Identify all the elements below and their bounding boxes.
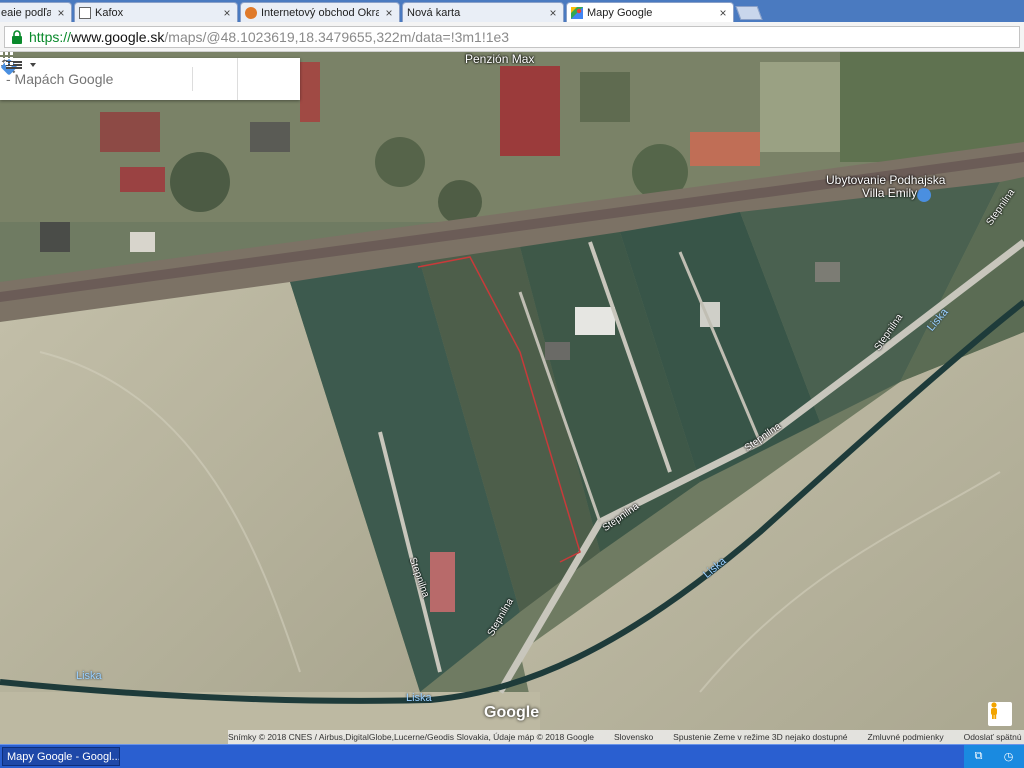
search-button[interactable] xyxy=(1,59,192,96)
close-icon[interactable]: × xyxy=(717,6,729,20)
river-label: Liska xyxy=(406,692,432,704)
poi-label-ubytovanie[interactable]: Ubytovanie Podhajska xyxy=(826,173,945,187)
poi-label-penzion[interactable]: Penzión Max xyxy=(465,52,534,66)
imagery-credit: Snímky © 2018 CNES / Airbus,DigitalGlobe… xyxy=(228,732,594,742)
map-canvas[interactable]: Penzión Max Ubytovanie Podhajska Villa E… xyxy=(0,52,1024,744)
tab-3[interactable]: Internetový obchod Okrasn × xyxy=(240,2,400,22)
map-attribution-bar: Snímky © 2018 CNES / Airbus,DigitalGlobe… xyxy=(228,730,1024,744)
layers-menu-button[interactable] xyxy=(6,58,299,100)
feedback-link[interactable]: Odoslať spätnú väzbu xyxy=(964,732,1024,742)
tab-strip: eaie podľa × Kafox × Internetový obchod … xyxy=(0,0,1024,23)
url-path: /maps/@48.1023619,18.3479655,322m/data=!… xyxy=(164,29,510,45)
network-icon[interactable]: ⧉ xyxy=(975,750,983,763)
pegman-icon xyxy=(991,702,997,719)
lock-icon xyxy=(12,30,22,44)
url-host: www.google.sk xyxy=(71,29,165,45)
tab-title: Nová karta xyxy=(407,6,461,19)
country-link[interactable]: Slovensko xyxy=(614,732,653,742)
directions-button[interactable] xyxy=(1,59,237,96)
system-tray: ⧉ ◷ xyxy=(964,745,1024,768)
browser-toolbar: https:// www.google.sk /maps/@48.1023619… xyxy=(0,22,1024,52)
taskbar-item-label: Mapy Google - Googl... xyxy=(7,750,120,763)
tab-title: Internetový obchod Okrasn xyxy=(261,6,379,19)
terms-link[interactable]: Zmluvné podmienky xyxy=(868,732,944,742)
3d-notice[interactable]: Spustenie Zeme v režime 3D nejako dostup… xyxy=(673,732,847,742)
tab-title: Kafox xyxy=(95,6,124,19)
river-label: Liska xyxy=(76,670,102,682)
close-icon[interactable]: × xyxy=(221,6,233,20)
close-icon[interactable]: × xyxy=(547,6,559,20)
clock-icon[interactable]: ◷ xyxy=(1004,750,1014,763)
address-bar[interactable]: https:// www.google.sk /maps/@48.1023619… xyxy=(4,26,1020,48)
close-icon[interactable]: × xyxy=(383,6,395,20)
new-tab-button[interactable] xyxy=(735,6,763,20)
tab-title: Mapy Google xyxy=(587,7,653,19)
street-view-button[interactable] xyxy=(988,702,1012,726)
tab-1[interactable]: eaie podľa × xyxy=(0,2,72,22)
shop-icon xyxy=(245,6,257,19)
poi-label-villa[interactable]: Villa Emily xyxy=(862,186,917,200)
close-icon[interactable]: × xyxy=(55,6,67,20)
satellite-imagery xyxy=(0,52,1024,744)
tab-2[interactable]: Kafox × xyxy=(74,2,238,22)
page-icon xyxy=(79,6,91,19)
taskbar-item-browser[interactable]: Mapy Google - Googl... xyxy=(2,747,120,766)
apps-grid-icon[interactable] xyxy=(0,52,14,66)
tab-title: eaie podľa xyxy=(1,6,51,19)
maps-search-box xyxy=(0,58,300,100)
tab-5[interactable]: Mapy Google × xyxy=(566,2,734,23)
maps-icon xyxy=(571,7,583,19)
google-logo: Google xyxy=(484,704,540,721)
tab-4[interactable]: Nová karta × xyxy=(402,2,564,22)
url-scheme: https:// xyxy=(29,29,72,45)
os-taskbar: Mapy Google - Googl... ⧉ ◷ xyxy=(0,744,1024,768)
